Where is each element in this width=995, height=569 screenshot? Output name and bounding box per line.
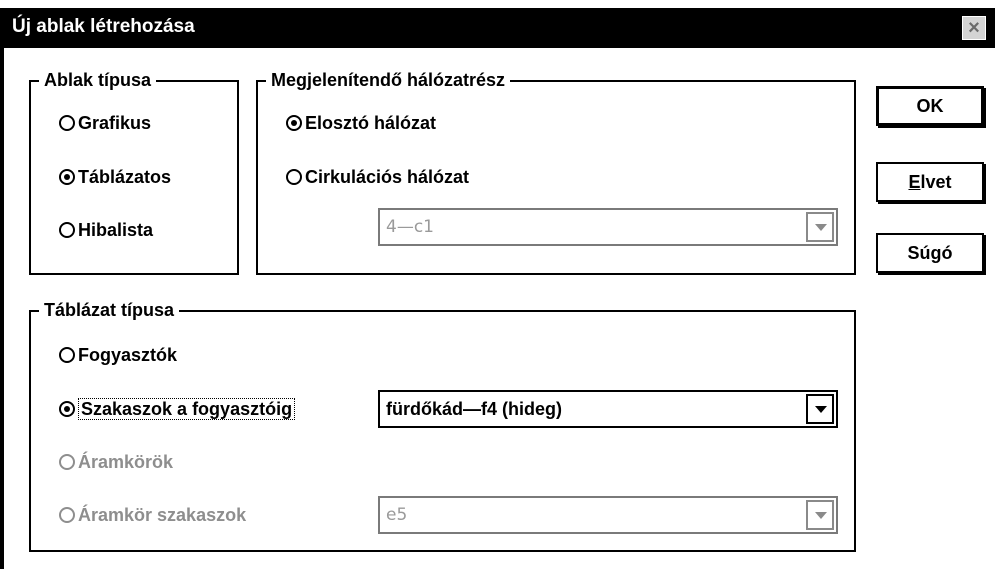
cancel-label-rest: lvet bbox=[920, 172, 952, 192]
close-icon[interactable]: × bbox=[962, 16, 986, 40]
radio-checked-icon bbox=[59, 401, 75, 417]
radio-cirkulacios-halozat[interactable]: Cirkulációs hálózat bbox=[286, 164, 469, 190]
radio-circle-icon bbox=[59, 454, 75, 470]
radio-tablazatos[interactable]: Táblázatos bbox=[59, 164, 171, 190]
radio-circle-icon bbox=[286, 169, 302, 185]
window-title: Új ablak létrehozása bbox=[12, 16, 195, 37]
ok-button[interactable]: OK bbox=[876, 86, 984, 126]
radio-circle-icon bbox=[59, 347, 75, 363]
radio-label: Grafikus bbox=[78, 113, 152, 133]
circuit-sections-select[interactable]: e5 bbox=[378, 496, 838, 534]
select-value: 4—c1 bbox=[386, 217, 434, 237]
radio-circle-icon bbox=[59, 222, 75, 238]
title-bar: Új ablak létrehozása × bbox=[0, 8, 995, 48]
radio-label: Áramkör szakaszok bbox=[78, 505, 247, 525]
radio-circle-icon bbox=[59, 115, 75, 131]
radio-grafikus[interactable]: Grafikus bbox=[59, 110, 151, 136]
network-part-group: Megjelenítendő hálózatrész Elosztó hálóz… bbox=[256, 69, 856, 275]
radio-hibalista[interactable]: Hibalista bbox=[59, 217, 153, 243]
radio-checked-icon bbox=[59, 169, 75, 185]
radio-label: Fogyasztók bbox=[78, 345, 178, 365]
radio-szakaszok-a-fogyasztoig[interactable]: Szakaszok a fogyasztóig bbox=[59, 396, 296, 422]
radio-label: Szakaszok a fogyasztóig bbox=[78, 398, 296, 420]
table-type-group: Táblázat típusa Fogyasztók Szakaszok a f… bbox=[29, 299, 856, 552]
radio-label: Hibalista bbox=[78, 220, 154, 240]
radio-label: Táblázatos bbox=[78, 167, 172, 187]
radio-aramkorok[interactable]: Áramkörök bbox=[59, 449, 173, 475]
dropdown-arrow-icon[interactable] bbox=[806, 394, 834, 424]
table-type-legend: Táblázat típusa bbox=[39, 299, 180, 321]
cancel-button[interactable]: Elvet bbox=[876, 162, 984, 202]
radio-label: Áramkörök bbox=[78, 452, 174, 472]
radio-circle-icon bbox=[59, 507, 75, 523]
network-part-legend: Megjelenítendő hálózatrész bbox=[266, 69, 511, 91]
dropdown-arrow-icon[interactable] bbox=[806, 500, 834, 530]
cancel-accesskey: E bbox=[908, 172, 921, 192]
radio-aramkor-szakaszok[interactable]: Áramkör szakaszok bbox=[59, 502, 246, 528]
dialog-client-area: Ablak típusa Grafikus Táblázatos Hibalis… bbox=[0, 48, 995, 569]
circulation-network-select[interactable]: 4—c1 bbox=[378, 208, 838, 246]
radio-checked-icon bbox=[286, 115, 302, 131]
window-type-legend: Ablak típusa bbox=[39, 69, 157, 91]
consumer-sections-select[interactable]: fürdőkád—f4 (hideg) bbox=[378, 390, 838, 428]
select-value: e5 bbox=[386, 505, 408, 525]
help-button[interactable]: Súgó bbox=[876, 233, 984, 273]
select-value: fürdőkád—f4 (hideg) bbox=[386, 399, 562, 419]
radio-label: Elosztó hálózat bbox=[305, 113, 437, 133]
radio-eloszto-halozat[interactable]: Elosztó hálózat bbox=[286, 110, 436, 136]
radio-fogyasztok[interactable]: Fogyasztók bbox=[59, 342, 177, 368]
window-type-group: Ablak típusa Grafikus Táblázatos Hibalis… bbox=[29, 69, 239, 275]
dropdown-arrow-icon[interactable] bbox=[806, 212, 834, 242]
radio-label: Cirkulációs hálózat bbox=[305, 167, 470, 187]
